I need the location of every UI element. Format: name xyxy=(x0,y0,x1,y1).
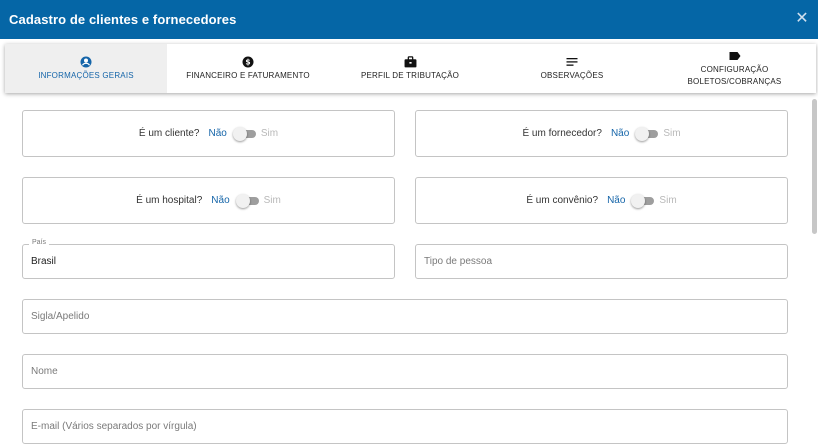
dollar-circle-icon: $ xyxy=(242,56,254,69)
pais-value: Brasil xyxy=(31,256,57,267)
fornecedor-no-label: Não xyxy=(610,128,630,139)
notes-icon xyxy=(566,56,578,69)
svg-text:$: $ xyxy=(245,58,250,67)
pais-label: País xyxy=(29,239,50,246)
tab-label-line2: BOLETOS/COBRANÇAS xyxy=(687,76,782,86)
tab-configuracao-boletos[interactable]: CONFIGURAÇÃO BOLETOS/COBRANÇAS xyxy=(653,44,816,93)
cliente-yes-label: Sim xyxy=(260,128,279,139)
tipo-pessoa-select[interactable]: Tipo de pessoa xyxy=(415,244,788,279)
tab-label-line1: CONFIGURAÇÃO xyxy=(700,64,769,74)
hospital-switch[interactable] xyxy=(235,193,259,208)
convenio-switch[interactable] xyxy=(631,193,655,208)
tab-label: FINANCEIRO E FATURAMENTO xyxy=(186,70,310,80)
cliente-no-label: Não xyxy=(208,128,227,139)
hospital-no-label: Não xyxy=(211,195,230,206)
convenio-no-label: Não xyxy=(607,195,626,206)
pais-field[interactable]: País Brasil xyxy=(22,239,395,279)
tab-label: PERFIL DE TRIBUTAÇÃO xyxy=(360,70,460,80)
tab-label: OBSERVAÇÕES xyxy=(540,70,604,80)
label-tag-icon xyxy=(729,50,741,63)
tipo-pessoa-placeholder: Tipo de pessoa xyxy=(424,256,493,267)
tab-bar: INFORMAÇÕES GERAIS $ FINANCEIRO E FATURA… xyxy=(5,44,816,93)
dialog-titlebar: Cadastro de clientes e fornecedores ✕ xyxy=(0,0,818,39)
form-content: É um cliente? Não Sim É um fornecedor? N… xyxy=(0,98,810,448)
customer-supplier-dialog: Cadastro de clientes e fornecedores ✕ IN… xyxy=(0,0,818,448)
fornecedor-toggle-card: É um fornecedor? Não Sim xyxy=(415,110,788,157)
fornecedor-question: É um fornecedor? xyxy=(522,128,602,139)
sigla-input[interactable]: Sigla/Apelido xyxy=(22,299,788,334)
convenio-yes-label: Sim xyxy=(659,195,677,206)
tab-informacoes-gerais[interactable]: INFORMAÇÕES GERAIS xyxy=(5,44,167,93)
hospital-question: É um hospital? xyxy=(136,195,203,206)
hospital-toggle-card: É um hospital? Não Sim xyxy=(22,177,395,224)
email-input[interactable]: E-mail (Vários separados por vírgula) xyxy=(22,409,788,444)
fornecedor-yes-label: Sim xyxy=(663,128,681,139)
fornecedor-switch[interactable] xyxy=(635,126,659,141)
account-circle-icon xyxy=(80,56,92,69)
hospital-yes-label: Sim xyxy=(263,195,281,206)
cliente-toggle-card: É um cliente? Não Sim xyxy=(22,110,395,157)
cliente-question: É um cliente? xyxy=(138,128,200,139)
nome-placeholder: Nome xyxy=(31,366,58,377)
convenio-question: É um convênio? xyxy=(526,195,599,206)
tab-perfil-tributacao[interactable]: PERFIL DE TRIBUTAÇÃO xyxy=(329,44,491,93)
vertical-scrollbar[interactable] xyxy=(812,99,817,234)
tab-observacoes[interactable]: OBSERVAÇÕES xyxy=(491,44,653,93)
close-icon[interactable]: ✕ xyxy=(794,11,810,27)
tab-label: INFORMAÇÕES GERAIS xyxy=(38,70,134,80)
tab-financeiro-faturamento[interactable]: $ FINANCEIRO E FATURAMENTO xyxy=(167,44,329,93)
sigla-placeholder: Sigla/Apelido xyxy=(31,311,90,322)
briefcase-icon xyxy=(404,56,417,69)
email-placeholder: E-mail (Vários separados por vírgula) xyxy=(31,421,197,432)
convenio-toggle-card: É um convênio? Não Sim xyxy=(415,177,788,224)
cliente-switch[interactable] xyxy=(232,126,256,141)
dialog-title: Cadastro de clientes e fornecedores xyxy=(9,12,237,27)
nome-input[interactable]: Nome xyxy=(22,354,788,389)
